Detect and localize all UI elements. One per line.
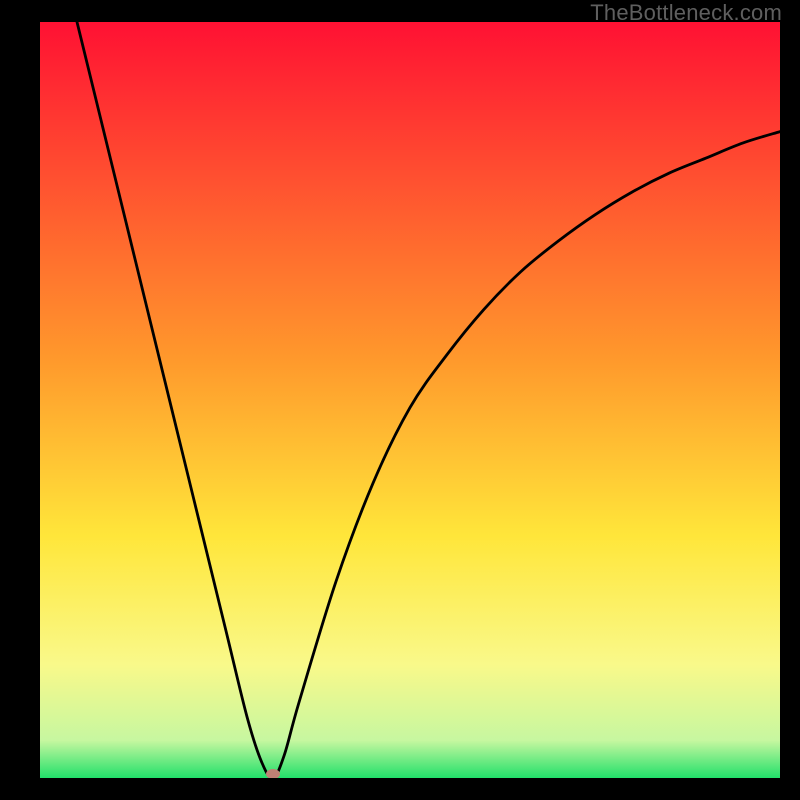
optimal-point-marker (266, 769, 280, 778)
plot-area (40, 22, 780, 778)
bottleneck-curve (40, 22, 780, 778)
chart-frame: TheBottleneck.com (0, 0, 800, 800)
attribution-label: TheBottleneck.com (590, 0, 782, 26)
